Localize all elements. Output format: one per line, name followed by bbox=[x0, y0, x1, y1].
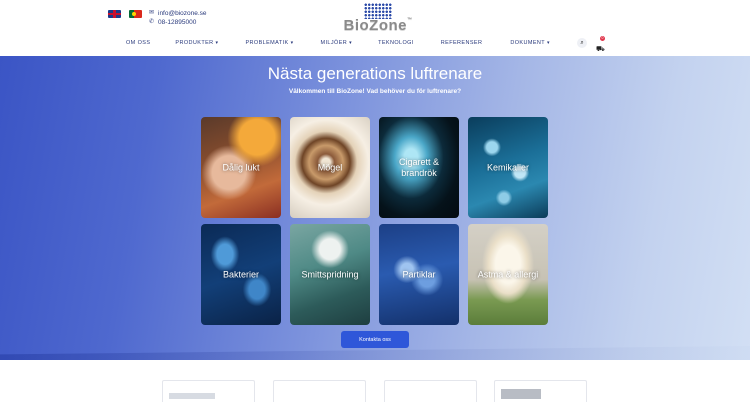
phone-link[interactable]: 08-12895000 bbox=[158, 18, 196, 27]
tile-label: Dålig lukt bbox=[222, 162, 260, 172]
tile-label: Cigarett & brandrök bbox=[398, 156, 440, 178]
caret-down-icon: ▾ bbox=[215, 40, 219, 46]
nav-item-produkter[interactable]: PRODUKTER ▾ bbox=[175, 40, 218, 46]
caret-down-icon: ▾ bbox=[349, 40, 353, 46]
nav-label: REFERENSER bbox=[440, 40, 483, 46]
tile-partiklar[interactable]: Partiklar bbox=[379, 224, 459, 325]
email-link[interactable]: info@biozone.se bbox=[158, 9, 207, 18]
envelope-icon: ✉ bbox=[148, 10, 155, 16]
nav-label: PRODUKTER bbox=[175, 40, 214, 46]
tile-label: Astma & allergi bbox=[477, 269, 539, 279]
portugal-flag-icon[interactable] bbox=[129, 10, 142, 18]
site-header: ✉ info@biozone.se ✆ 08-12895000 BioZone™… bbox=[0, 0, 750, 56]
caret-down-icon: ▾ bbox=[290, 40, 294, 46]
search-button[interactable]: ⌕ bbox=[577, 38, 587, 48]
caret-down-icon: ▾ bbox=[547, 40, 550, 46]
tile-cigarett-brandrok[interactable]: Cigarett & brandrök bbox=[379, 117, 459, 218]
nav-item-referenser[interactable]: REFERENSER bbox=[441, 40, 483, 46]
main-nav: OM OSS PRODUKTER ▾ PROBLEMATIK ▾ MILJÖER… bbox=[126, 36, 550, 50]
product-card[interactable] bbox=[162, 380, 255, 402]
contact-info: ✉ info@biozone.se ✆ 08-12895000 bbox=[148, 9, 207, 27]
nav-item-om-oss[interactable]: OM OSS bbox=[126, 40, 150, 46]
hero-subtitle: Välkommen till BioZone! Vad behöver du f… bbox=[288, 88, 462, 95]
phone-row[interactable]: ✆ 08-12895000 bbox=[148, 18, 207, 27]
product-card[interactable] bbox=[494, 380, 587, 402]
cart-icon: ⛟ bbox=[596, 46, 605, 53]
problem-tile-grid: Dålig lukt Mögel Cigarett & brandrök Kem… bbox=[201, 117, 549, 327]
hero-title: Nästa generations luftrenare bbox=[267, 64, 483, 83]
tile-astma-allergi[interactable]: Astma & allergi bbox=[468, 224, 548, 325]
hero-section: Nästa generations luftrenare Välkommen t… bbox=[0, 56, 750, 360]
cart-button[interactable]: ⛟ 0 bbox=[596, 36, 605, 53]
search-icon: ⌕ bbox=[580, 39, 584, 46]
tile-dalig-lukt[interactable]: Dålig lukt bbox=[201, 117, 281, 218]
tile-mogel[interactable]: Mögel bbox=[290, 117, 370, 218]
uk-flag-icon[interactable] bbox=[108, 10, 121, 18]
nav-label: PROBLEMATIK bbox=[245, 40, 289, 46]
product-card[interactable] bbox=[273, 380, 366, 402]
product-card[interactable] bbox=[384, 380, 477, 402]
tile-label: Partiklar bbox=[402, 269, 436, 279]
logo-wordmark: BioZone™ bbox=[343, 17, 413, 34]
nav-label: DOKUMENT bbox=[510, 40, 546, 46]
tile-label: Smittspridning bbox=[301, 269, 359, 279]
product-image bbox=[169, 393, 215, 399]
tile-smittspridning[interactable]: Smittspridning bbox=[290, 224, 370, 325]
product-image bbox=[501, 389, 541, 399]
cart-count-badge: 0 bbox=[600, 36, 605, 41]
email-row[interactable]: ✉ info@biozone.se bbox=[148, 9, 207, 18]
tile-label: Mögel bbox=[317, 162, 343, 172]
phone-icon: ✆ bbox=[148, 19, 155, 25]
nav-label: OM OSS bbox=[126, 40, 151, 46]
tile-kemikalier[interactable]: Kemikalier bbox=[468, 117, 548, 218]
site-logo[interactable]: BioZone™ bbox=[338, 3, 418, 35]
nav-item-dokument[interactable]: DOKUMENT ▾ bbox=[510, 40, 550, 46]
tile-bakterier[interactable]: Bakterier bbox=[201, 224, 281, 325]
nav-item-miljoer[interactable]: MILJÖER ▾ bbox=[321, 40, 353, 46]
tile-label: Bakterier bbox=[222, 269, 259, 279]
tile-label: Kemikalier bbox=[486, 162, 529, 172]
nav-item-teknologi[interactable]: TEKNOLOGI bbox=[378, 40, 414, 46]
nav-label: MILJÖER bbox=[320, 40, 348, 46]
contact-us-button[interactable]: Kontakta oss bbox=[341, 331, 409, 348]
product-cards-row bbox=[0, 360, 750, 402]
language-switcher bbox=[108, 10, 142, 18]
nav-item-problematik[interactable]: PROBLEMATIK ▾ bbox=[245, 40, 293, 46]
nav-label: TEKNOLOGI bbox=[378, 40, 414, 46]
